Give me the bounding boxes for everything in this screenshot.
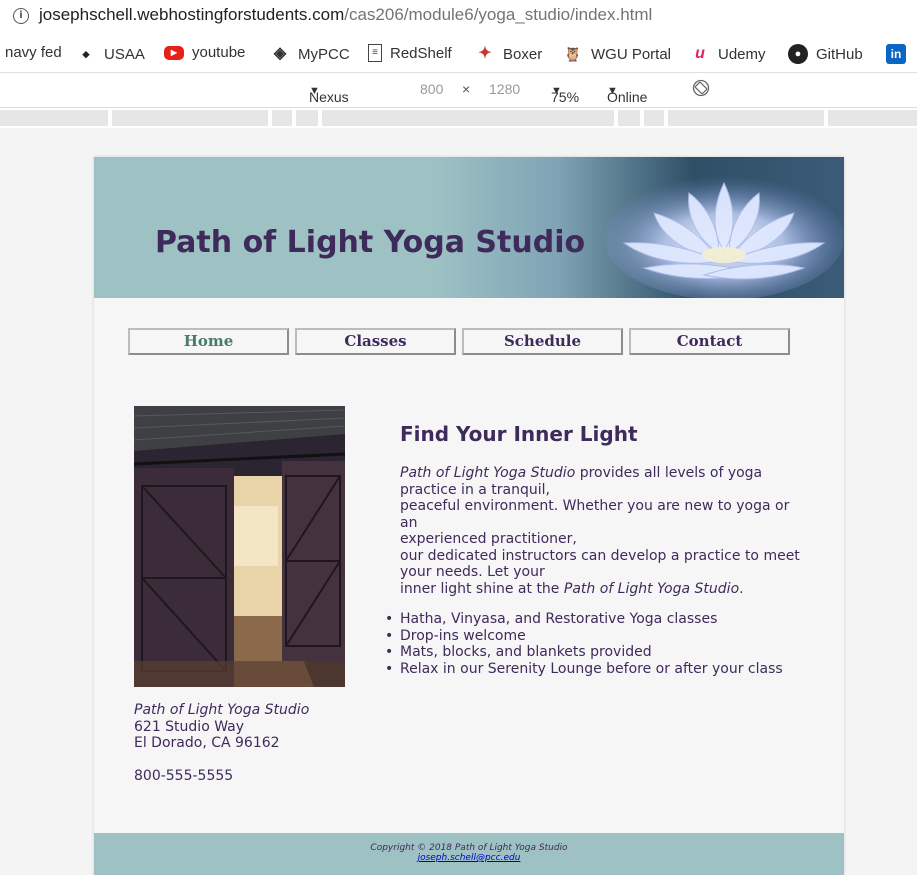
studio-doors-photo — [134, 406, 345, 687]
intro-studio-name: Path of Light Yoga Studio — [563, 580, 740, 597]
features-list: Hatha, Vinyasa, and Restorative Yoga cla… — [385, 611, 800, 678]
bookmark-label: WGU Portal — [591, 45, 672, 63]
intro-text: peaceful environment. Whether you are ne… — [400, 498, 790, 531]
ruler-segment[interactable] — [112, 110, 268, 126]
url-host: josephschell.webhostingforstudents.com — [39, 5, 345, 24]
bookmark-youtube[interactable]: ▶ youtube — [164, 44, 245, 61]
boxer-icon: ✦ — [478, 45, 492, 62]
intro-text: our dedicated instructors can develop a … — [400, 547, 800, 564]
bookmarks-bar: navy fed ◆ USAA ▶ youtube ◈ MyPCC ≡ RedShelf… — [0, 35, 917, 73]
intro-paragraph: Path of Light Yoga Studio provides all l… — [400, 465, 800, 597]
rotate-icon[interactable] — [692, 79, 710, 100]
bookmark-wgu-portal[interactable]: 🦉 WGU Portal — [563, 44, 671, 64]
wgu-icon: 🦉 — [564, 46, 582, 62]
intro-text: provides all levels of yoga — [575, 465, 763, 481]
zoom-select[interactable]: 75% ▼ — [551, 81, 579, 105]
site-info-icon[interactable]: i — [13, 8, 29, 24]
list-item: Relax in our Serenity Lounge before or a… — [385, 661, 800, 678]
nav-classes[interactable]: Classes — [295, 328, 456, 355]
network-value: Online — [607, 89, 648, 105]
bookmark-github[interactable]: ● GitHub — [788, 44, 863, 64]
ruler-segment[interactable] — [618, 110, 640, 126]
site-title: Path of Light Yoga Studio — [155, 225, 586, 260]
redshelf-icon: ≡ — [368, 44, 382, 62]
width-input[interactable]: 800 — [420, 81, 443, 97]
ruler-segment[interactable] — [322, 110, 614, 126]
intro-text: practice in a tranquil, — [400, 481, 550, 498]
list-item: Hatha, Vinyasa, and Restorative Yoga cla… — [385, 611, 800, 628]
intro-text: inner light shine at the — [400, 580, 564, 597]
media-query-ruler[interactable] — [0, 108, 917, 128]
intro-studio-name: Path of Light Yoga Studio — [400, 465, 576, 481]
device-toolbar: Nexus 10 ▼ 800 × 1280 75% ▼ Online ▼ — [0, 73, 917, 121]
bookmark-navy-fed[interactable]: navy fed — [5, 44, 62, 61]
udemy-icon: u — [695, 45, 705, 62]
mypcc-icon: ◈ — [273, 45, 287, 62]
device-select[interactable]: Nexus 10 ▼ — [309, 81, 349, 121]
bookmark-udemy[interactable]: u Udemy — [690, 44, 766, 64]
github-icon: ● — [788, 44, 808, 64]
bookmark-label: USAA — [104, 45, 145, 63]
ruler-segment[interactable] — [668, 110, 824, 126]
height-input[interactable]: 1280 — [489, 81, 520, 97]
bookmark-boxer[interactable]: ✦ Boxer — [475, 44, 542, 64]
intro-text: . — [739, 580, 744, 597]
studio-address: Path of Light Yoga Studio 621 Studio Way… — [134, 702, 309, 784]
nav-schedule[interactable]: Schedule — [462, 328, 623, 355]
list-item: Mats, blocks, and blankets provided — [385, 644, 800, 661]
bookmark-mypcc[interactable]: ◈ MyPCC — [270, 44, 350, 64]
linkedin-icon: in — [886, 44, 906, 64]
main-content: Find Your Inner Light Path of Light Yoga… — [385, 422, 800, 678]
zoom-value: 75% — [551, 89, 580, 105]
bookmark-linkedin[interactable]: in — [886, 44, 906, 64]
bookmark-label: navy fed — [5, 44, 62, 61]
bookmark-label: MyPCC — [298, 45, 350, 63]
address-studio-name: Path of Light Yoga Studio — [134, 702, 310, 718]
email-link[interactable]: joseph.schell@pcc.edu — [418, 853, 521, 863]
lotus-flower-image — [604, 176, 844, 298]
yoga-site-page: Path of Light Yoga Studio Home Classes S… — [94, 157, 844, 875]
ruler-segment[interactable] — [828, 110, 917, 126]
times-symbol: × — [462, 81, 471, 97]
bookmark-label: GitHub — [816, 45, 863, 63]
bookmark-label: Udemy — [718, 45, 766, 63]
ruler-segment[interactable] — [272, 110, 292, 126]
list-item: Drop-ins welcome — [385, 628, 800, 645]
bookmark-label: RedShelf — [390, 44, 452, 62]
bookmark-label: Boxer — [503, 45, 543, 63]
address-bar[interactable]: i josephschell.webhostingforstudents.com… — [0, 0, 917, 35]
copyright-text: Copyright © 2018 Path of Light Yoga Stud… — [370, 843, 568, 853]
site-footer: Copyright © 2018 Path of Light Yoga Stud… — [94, 833, 844, 875]
intro-text: your needs. Let your — [400, 564, 545, 580]
site-header-banner: Path of Light Yoga Studio — [94, 157, 844, 298]
ruler-segment[interactable] — [0, 110, 108, 126]
address-street: 621 Studio Way — [134, 718, 245, 735]
ruler-segment[interactable] — [296, 110, 318, 126]
nav-home[interactable]: Home — [128, 328, 289, 355]
bookmark-label: youtube — [192, 44, 246, 61]
url-path: /cas206/module6/yoga_studio/index.html — [344, 5, 653, 24]
main-heading: Find Your Inner Light — [400, 422, 638, 446]
bookmark-redshelf[interactable]: ≡ RedShelf — [368, 44, 452, 62]
address-city: El Dorado, CA 96162 — [134, 735, 280, 751]
nav-contact[interactable]: Contact — [629, 328, 790, 355]
network-select[interactable]: Online ▼ — [607, 81, 647, 105]
address-phone: 800-555-5555 — [134, 767, 234, 784]
bookmark-usaa[interactable]: ◆ USAA — [76, 44, 145, 64]
usaa-icon: ◆ — [82, 49, 90, 59]
intro-text: experienced practitioner, — [400, 531, 577, 547]
youtube-icon: ▶ — [164, 45, 184, 60]
url-text[interactable]: josephschell.webhostingforstudents.com/c… — [39, 5, 652, 25]
ruler-segment[interactable] — [644, 110, 664, 126]
